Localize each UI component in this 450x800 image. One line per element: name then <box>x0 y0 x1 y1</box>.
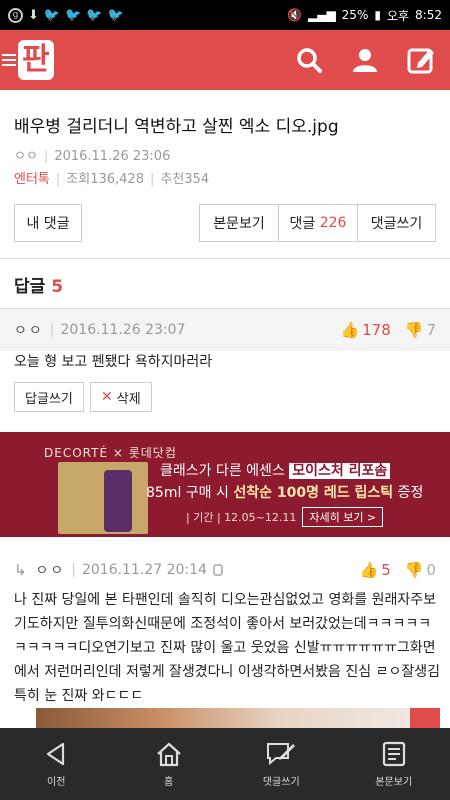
ad-offer-bold: 선착순 100명 레드 립스틱 <box>233 485 394 501</box>
comment-text: 오늘 형 보고 펜됐다 욕하지마러라 <box>14 354 213 370</box>
replies-label: 답글 <box>14 277 46 297</box>
write-icon[interactable] <box>404 43 438 77</box>
ad-offer: 85ml 구매 시 선착순 100명 레드 립스틱 증정 <box>146 482 423 502</box>
my-comments-button[interactable]: 내 댓글 <box>14 204 82 242</box>
menu-icon[interactable] <box>2 54 16 66</box>
nav-view-body[interactable]: 본문보기 <box>338 728 450 800</box>
replies-header: 답글 5 <box>14 272 63 297</box>
product-box-image <box>58 462 148 534</box>
downvote-button[interactable]: 👎 7 <box>405 321 436 339</box>
ad-offer-post: 증정 <box>397 485 424 501</box>
comment-datetime: 2016.11.26 23:07 <box>60 322 186 338</box>
bottom-nav: 이전 홈 댓글쓰기 본문보기 <box>0 728 450 800</box>
nav-write-label: 댓글쓰기 <box>262 776 300 788</box>
back-icon <box>47 742 65 765</box>
post-views: 조회136,428 <box>66 172 144 187</box>
ad-brand: DECORTÉ × 롯데닷컴 <box>44 446 177 460</box>
app-logo[interactable]: 판 <box>18 40 54 80</box>
comment-header: ㅇㅇ | 2016.11.26 23:07 👍 178 👎 7 <box>0 309 450 351</box>
comments-label: 댓글 <box>289 216 316 232</box>
thumbs-up-icon: 👍 <box>340 321 360 339</box>
comment-button-row: 내 댓글 본문보기 댓글 226 댓글쓰기 <box>14 204 436 242</box>
ad-offer-pre: 85ml 구매 시 <box>146 485 229 501</box>
status-bar: g ⬇ 🐦 🐦 🐦 🐦 🔇 ▂▄▆ 25% ▮ 오후 8:52 <box>0 0 450 30</box>
twitter-icon: 🐦 <box>86 7 103 23</box>
signal-icon: ▂▄▆ <box>307 8 336 22</box>
comments-button[interactable]: 댓글 226 <box>278 204 358 242</box>
battery-level: 25% <box>341 8 369 22</box>
comments-count: 226 <box>319 215 347 231</box>
upvote-count: 178 <box>362 321 391 339</box>
lock-icon <box>212 564 223 576</box>
downvote-count: 0 <box>426 561 436 579</box>
document-icon <box>382 741 405 766</box>
app-bar: 판 <box>0 30 450 90</box>
g-icon: g <box>8 7 23 23</box>
download-icon: ⬇ <box>28 7 39 23</box>
nav-home[interactable]: 홈 <box>113 728 226 800</box>
comment-author: ㅇㅇ <box>35 563 66 579</box>
reply-write-button[interactable]: 답글쓰기 <box>14 382 84 412</box>
post-meta: ㅇㅇ | 2016.11.26 23:06 <box>14 149 171 164</box>
battery-icon: ▮ <box>374 8 381 22</box>
downvote-button[interactable]: 👎 0 <box>405 561 436 579</box>
ad-detail-button[interactable]: 자세히 보기 > <box>302 507 384 527</box>
post-stats: 엔터톡 | 조회136,428 | 추천354 <box>14 172 210 187</box>
ad-period: | 기간 | 12.05~12.11 <box>186 511 297 524</box>
post-category[interactable]: 엔터톡 <box>14 172 50 187</box>
thumbs-up-icon: 👍 <box>359 561 379 579</box>
nav-body-label: 본문보기 <box>375 776 413 788</box>
ad-period-row: | 기간 | 12.05~12.11 자세히 보기 > <box>186 507 384 527</box>
reply-arrow-icon: ↳ <box>14 561 27 579</box>
replies-count: 5 <box>51 277 64 297</box>
product-bottle-image <box>104 470 132 532</box>
search-icon[interactable] <box>292 43 326 77</box>
post-title: 배우병 걸리더니 역변하고 살찐 엑소 디오.jpg <box>14 117 339 137</box>
post-recommend: 추천354 <box>160 172 210 187</box>
time-period: 오후 <box>386 8 410 23</box>
upvote-button[interactable]: 👍 5 <box>360 561 391 579</box>
twitter-icon: 🐦 <box>65 7 82 23</box>
thumbs-down-icon: 👎 <box>404 561 424 579</box>
post-datetime: 2016.11.26 23:06 <box>54 149 171 164</box>
comment-author: ㅇㅇ <box>14 323 44 339</box>
user-icon[interactable] <box>348 43 382 77</box>
divider <box>0 258 450 259</box>
upvote-count: 5 <box>381 561 391 579</box>
downvote-count: 7 <box>426 321 436 339</box>
comment-header: ↳ ㅇㅇ | 2016.11.27 20:14 👍 5 👎 0 <box>0 549 450 591</box>
thumbs-down-icon: 👎 <box>404 321 424 339</box>
write-comment-button[interactable]: 댓글쓰기 <box>357 204 436 242</box>
comment-write-icon <box>267 742 296 765</box>
post-author: ㅇㅇ <box>14 149 38 164</box>
comment-datetime: 2016.11.27 20:14 <box>81 562 207 578</box>
delete-label: 삭제 <box>116 391 141 407</box>
nav-prev[interactable]: 이전 <box>0 728 113 800</box>
nav-prev-label: 이전 <box>47 776 66 788</box>
delete-button[interactable]: ✕ 삭제 <box>90 382 152 412</box>
twitter-icon: 🐦 <box>43 7 61 23</box>
nav-write-comment[interactable]: 댓글쓰기 <box>225 728 338 800</box>
home-icon <box>157 742 181 766</box>
ad-banner[interactable]: DECORTÉ × 롯데닷컴 클래스가 다른 에센스 모이스처 리포솜 85ml… <box>0 432 450 537</box>
nav-home-label: 홈 <box>164 776 174 788</box>
comment-text: 나 진짜 당일에 본 타팬인데 솔직히 디오는관심없었고 영화를 원래자주보기도… <box>14 592 440 704</box>
clock: 8:52 <box>415 8 442 22</box>
twitter-icon: 🐦 <box>107 7 124 23</box>
view-body-button[interactable]: 본문보기 <box>199 204 279 242</box>
ad-headline-text: 클래스가 다른 에센스 <box>160 463 285 479</box>
ad-product-name: 모이스처 리포솜 <box>289 463 391 479</box>
mute-icon: 🔇 <box>287 8 302 22</box>
close-icon: ✕ <box>101 389 113 405</box>
post-header: 배우병 걸리더니 역변하고 살찐 엑소 디오.jpg ㅇㅇ | 2016.11.26… <box>0 90 450 187</box>
upvote-button[interactable]: 👍 178 <box>340 321 390 339</box>
ad-headline: 클래스가 다른 에센스 모이스처 리포솜 <box>160 460 391 480</box>
